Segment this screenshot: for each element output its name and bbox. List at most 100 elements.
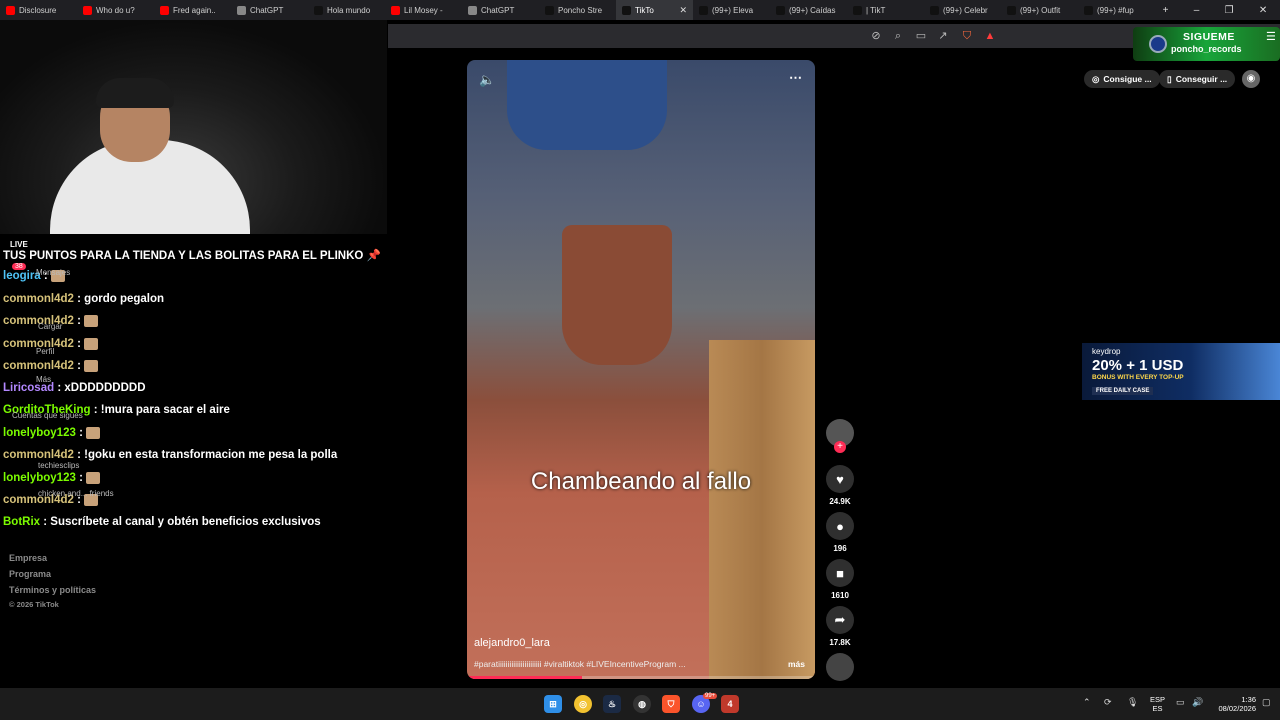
tiktok-sidebar-item[interactable]: techiesclips [38,461,79,470]
chat-username[interactable]: BotRix [3,516,40,528]
pin-icon: 📌 [366,250,381,262]
tab-favicon-icon [83,5,92,15]
tiktok-sidebar-item[interactable]: Mensajes [36,268,70,277]
share-button[interactable]: ➦ 17.8K [826,606,854,647]
tiktok-sidebar-item[interactable]: Cuentas que sigues [12,411,83,420]
obs-icon[interactable]: ◍ [633,695,651,713]
mic-icon[interactable]: 🎙 [1127,697,1138,708]
like-button[interactable]: ♥ 24.9K [826,465,854,506]
tiktok-sidebar-item[interactable]: Cargar [38,322,62,331]
game-app-icon[interactable]: 4 [721,695,739,713]
browser-tab[interactable]: Fred again.. [154,0,231,20]
chat-emote-icon [86,427,101,439]
mute-icon[interactable]: ⊘ [870,30,882,42]
tiktok-footer-link[interactable]: Programa [9,569,51,579]
browser-tab[interactable]: ChatGPT [462,0,539,20]
chat-username[interactable]: commonl4d2 [3,293,74,305]
browser-tab[interactable]: (99+) #fup [1078,0,1155,20]
browser-tab[interactable]: | TikT [847,0,924,20]
windows-start-icon[interactable]: ⊞ [544,695,562,713]
tiktok-sidebar-item[interactable]: chicken and... friends [38,489,114,498]
share-icon[interactable]: ↗ [937,30,949,42]
restore-button[interactable]: ❐ [1225,5,1234,16]
notifications-icon[interactable]: ▢ [1262,697,1271,708]
tab-title: (99+) Celebr [943,5,988,15]
close-window-button[interactable]: ✕ [1259,5,1267,16]
browser-tab[interactable]: TikTo ✕ [616,0,693,20]
tiktok-sidebar-item[interactable]: Perfil [36,347,54,356]
tab-favicon-icon [391,5,400,15]
music-disc[interactable] [826,653,854,681]
chat-text: !goku en esta transformacion me pesa la … [84,449,338,461]
brave-rewards-icon[interactable]: ▲ [984,30,996,42]
video-person [507,60,667,150]
coin-icon: ◎ [1092,73,1100,84]
more-options-icon[interactable]: ⋯ [789,70,802,86]
brave-shield-icon[interactable]: ⛉ [961,30,973,42]
cast-icon[interactable]: ▭ [915,30,927,42]
creator-avatar[interactable]: + [826,419,854,453]
tab-favicon-icon [930,5,939,15]
tiktok-footer-link[interactable]: Empresa [9,553,47,563]
chat-username[interactable]: commonl4d2 [3,449,74,461]
tiktok-footer-link: © 2026 TikTok [9,600,59,609]
browser-tab[interactable]: Disclosure [0,0,77,20]
volume-icon[interactable]: 🔈 [479,72,495,88]
new-tab-button[interactable]: + [1163,5,1169,16]
browser-tab[interactable]: (99+) Eleva [693,0,770,20]
tab-title: TikTo [635,5,654,15]
browser-tab[interactable]: Poncho Stre [539,0,616,20]
browser-tab[interactable]: ChatGPT [231,0,308,20]
video-progress-fill [467,676,582,679]
tab-title: Lil Mosey - [404,5,443,15]
browser-tab[interactable]: (99+) Celebr [924,0,1001,20]
menu-icon[interactable]: ☰ [1266,30,1276,43]
browser-tab[interactable]: Who do u? [77,0,154,20]
browser-tab[interactable]: Hola mundo [308,0,385,20]
notification-badge: 38 [12,263,26,270]
chat-username[interactable]: commonl4d2 [3,360,74,372]
sync-icon[interactable]: ⟳ [1104,697,1112,708]
chat-username[interactable]: lonelyboy123 [3,427,76,439]
keydrop-ad[interactable]: keydrop 20% + 1 USD BONUS WITH EVERY TOP… [1082,343,1280,400]
video-progress-track[interactable] [467,676,815,679]
zoom-icon[interactable]: ⌕ [892,30,904,42]
save-button[interactable]: ■ 1610 [826,559,854,600]
tab-title: (99+) #fup [1097,5,1134,15]
clock[interactable]: 1:36 08/02/2026 [1212,695,1256,713]
tab-favicon-icon [160,5,169,15]
browser-tab[interactable]: Lil Mosey - [385,0,462,20]
chat-emote-icon [84,315,99,327]
chat-username[interactable]: lonelyboy123 [3,472,76,484]
video-username[interactable]: alejandro0_lara [474,637,550,649]
more-link[interactable]: más [788,659,805,669]
chat-text: Suscríbete al canal y obtén beneficios e… [50,516,321,528]
tab-close-icon[interactable]: ✕ [679,5,687,16]
tiktok-sidebar-item[interactable]: Más [36,375,51,384]
tiktok-footer-link[interactable]: Términos y políticas [9,585,96,595]
minimize-button[interactable]: – [1194,5,1200,16]
chat-emote-icon [86,472,101,484]
comment-button[interactable]: ● 196 [826,512,854,553]
ad-subtitle: BONUS WITH EVERY TOP-UP [1092,374,1184,381]
steam-icon[interactable]: ♨ [603,695,621,713]
get-coins-button[interactable]: ◎ Consigue ... [1084,70,1160,88]
tray-chevron-icon[interactable]: ⌃ [1083,697,1091,708]
follow-plus-icon[interactable]: + [834,441,846,453]
profile-avatar[interactable]: ◉ [1242,70,1260,88]
get-app-button[interactable]: ▯ Conseguir ... [1159,70,1236,88]
browser-tab[interactable]: (99+) Caídas [770,0,847,20]
chat-separator: : [90,404,101,416]
chat-separator: : [54,382,65,394]
network-icon[interactable]: ▭ [1176,697,1185,708]
video-player[interactable]: 🔈 ⋯ Chambeando al fallo alejandro0_lara … [467,60,815,679]
brave-icon[interactable]: ⛉ [662,695,680,713]
tab-favicon-icon [699,5,708,15]
chrome-icon[interactable]: ◎ [574,695,592,713]
chat-text: gordo pegalon [84,293,165,305]
webcam-feed [0,20,387,234]
browser-tab[interactable]: (99+) Outfit [1001,0,1078,20]
follow-title: SIGUEME [1183,31,1235,43]
volume-tray-icon[interactable]: 🔊 [1192,697,1203,708]
language-indicator[interactable]: ESP ES [1150,695,1165,713]
